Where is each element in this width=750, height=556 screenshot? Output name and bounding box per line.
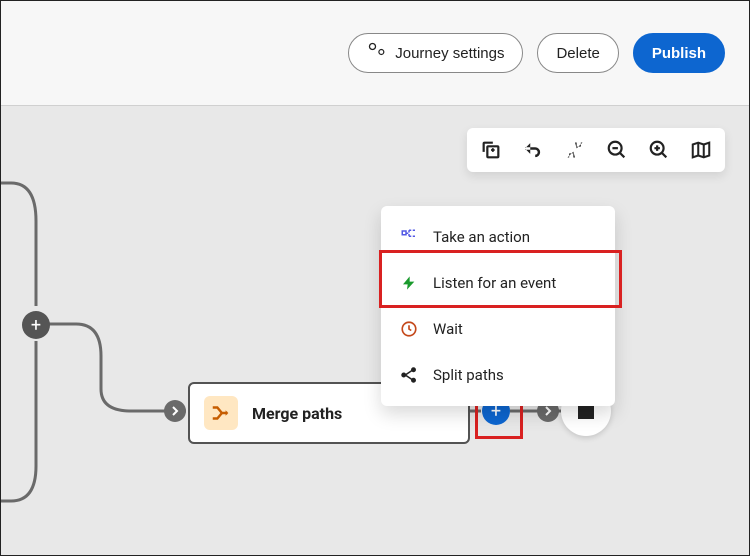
zoom-out-icon[interactable] bbox=[605, 138, 629, 162]
menu-item-label: Split paths bbox=[433, 366, 504, 384]
add-step-menu: Take an action Listen for an event Wait … bbox=[381, 206, 615, 406]
menu-item-action[interactable]: Take an action bbox=[381, 214, 615, 260]
menu-item-split[interactable]: Split paths bbox=[381, 352, 615, 398]
canvas-toolbar bbox=[467, 128, 725, 172]
plus-icon: + bbox=[31, 315, 41, 336]
split-icon bbox=[399, 365, 419, 385]
publish-button[interactable]: Publish bbox=[633, 33, 725, 73]
add-junction-button[interactable]: + bbox=[22, 311, 50, 339]
into-node-chevron bbox=[164, 400, 186, 422]
connector-lines bbox=[1, 106, 749, 555]
delete-button[interactable]: Delete bbox=[537, 33, 618, 73]
collapse-icon[interactable] bbox=[563, 138, 587, 162]
journey-settings-button[interactable]: Journey settings bbox=[348, 33, 523, 73]
journey-settings-label: Journey settings bbox=[395, 45, 504, 62]
header: Journey settings Delete Publish bbox=[1, 1, 749, 106]
copy-icon[interactable] bbox=[479, 138, 503, 162]
publish-label: Publish bbox=[652, 45, 706, 62]
action-icon bbox=[399, 227, 419, 247]
menu-item-label: Wait bbox=[433, 320, 463, 338]
menu-item-label: Take an action bbox=[433, 228, 530, 246]
wait-icon bbox=[399, 319, 419, 339]
gear-icon bbox=[367, 41, 387, 65]
journey-canvas[interactable]: + Merge paths + Take an action bbox=[1, 106, 749, 555]
undo-icon[interactable] bbox=[521, 138, 545, 162]
delete-label: Delete bbox=[556, 45, 599, 62]
menu-item-label: Listen for an event bbox=[433, 274, 556, 292]
zoom-in-icon[interactable] bbox=[647, 138, 671, 162]
node-label: Merge paths bbox=[252, 404, 342, 423]
map-icon[interactable] bbox=[689, 138, 713, 162]
merge-icon bbox=[204, 396, 238, 430]
menu-item-event[interactable]: Listen for an event bbox=[381, 260, 615, 306]
event-icon bbox=[399, 273, 419, 293]
menu-item-wait[interactable]: Wait bbox=[381, 306, 615, 352]
